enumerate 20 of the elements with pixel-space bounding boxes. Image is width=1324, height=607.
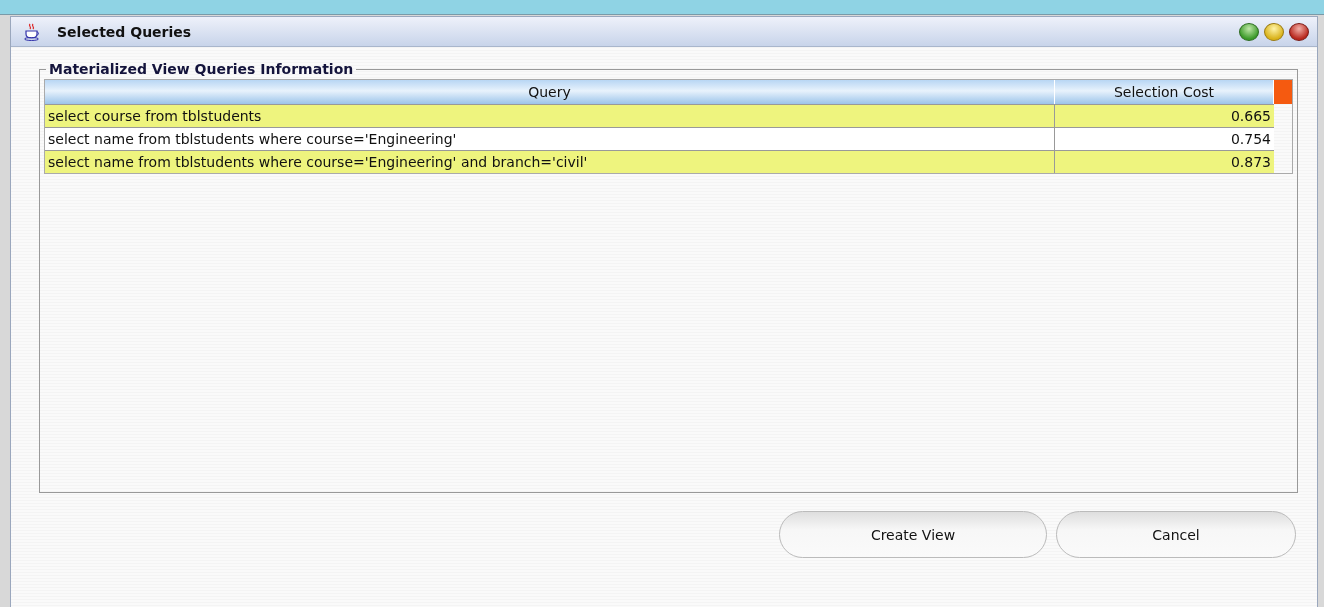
window-title: Selected Queries	[57, 23, 192, 40]
column-header[interactable]: Selection Cost	[1055, 80, 1274, 104]
table-cell: 0.873	[1230, 154, 1271, 170]
table-row[interactable]: select name from tblstudents where course='Engineering' and branch='civil' 0.873	[45, 150, 1274, 173]
coffee-cup-icon	[23, 22, 41, 41]
dialog-button[interactable]: Create View	[779, 511, 1047, 558]
dialog-button[interactable]: Cancel	[1056, 511, 1296, 558]
table-row[interactable]: select course from tblstudents 0.665	[45, 104, 1274, 127]
table-cell: 0.665	[1230, 108, 1271, 124]
table-cell: select name from tblstudents where course='Engineering' and branch='civil'	[48, 154, 588, 170]
table-row[interactable]: select name from tblstudents where course='Engineering' 0.754	[45, 127, 1274, 150]
table-corner	[1274, 80, 1292, 104]
close-button[interactable]	[1289, 22, 1309, 41]
column-header[interactable]: Query	[45, 80, 1055, 104]
minimize-button[interactable]	[1264, 22, 1284, 41]
maximize-button[interactable]	[1239, 22, 1259, 41]
table-cell: select course from tblstudents	[48, 108, 262, 124]
table-cell: 0.754	[1230, 131, 1271, 147]
table-cell: select name from tblstudents where course='Engineering'	[48, 131, 457, 147]
group-title: Materialized View Queries Information	[48, 61, 355, 77]
